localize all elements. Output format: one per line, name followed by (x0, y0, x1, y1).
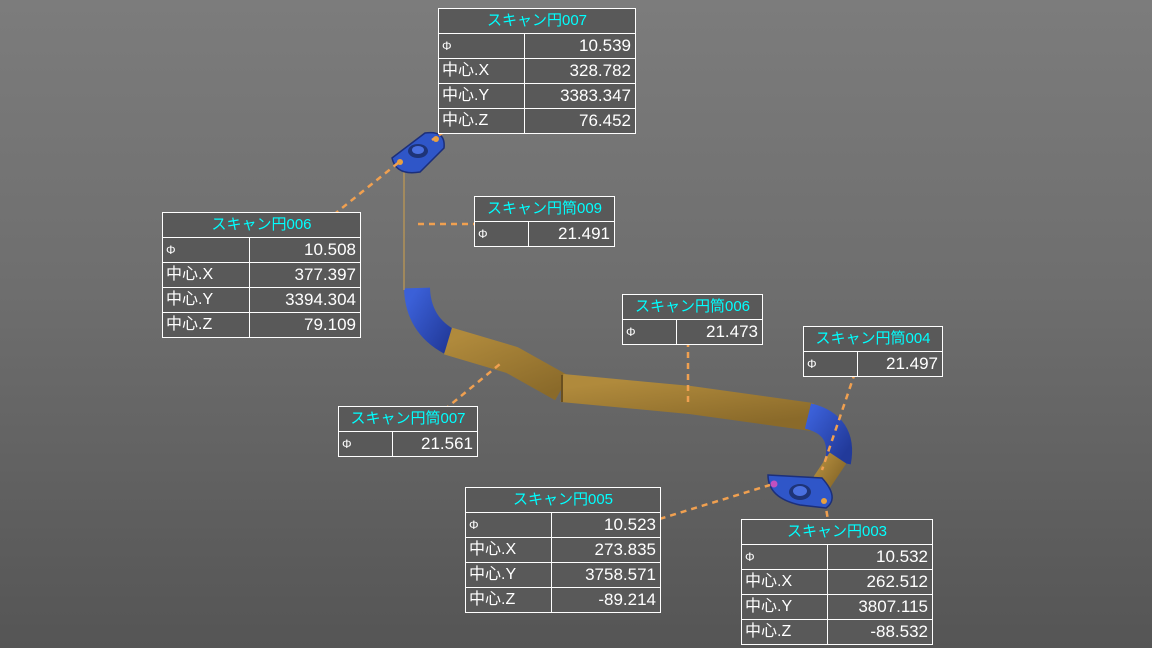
row-value: 3758.571 (585, 565, 656, 584)
table-row: Φ 21.473 (623, 320, 762, 344)
table-row: 中心.Z -88.532 (742, 620, 932, 644)
table-row: Φ 21.497 (804, 352, 942, 376)
table-title: スキャン円007 (439, 9, 635, 34)
diameter-icon: Φ (626, 325, 636, 339)
table-circle007[interactable]: スキャン円007 Φ 10.539 中心.X 328.782 中心.Y 3383… (438, 8, 636, 134)
pipe-segment-long[interactable] (560, 374, 814, 431)
diameter-icon: Φ (342, 437, 352, 451)
table-row: 中心.Z 76.452 (439, 109, 635, 133)
pipe-bend-upper[interactable] (404, 287, 457, 354)
row-label: 中心.Y (439, 84, 525, 108)
table-cylinder004[interactable]: スキャン円筒004 Φ 21.497 (803, 326, 943, 377)
table-row: 中心.Z -89.214 (466, 588, 660, 612)
row-label: 中心.X (163, 263, 250, 287)
diameter-value: 10.532 (876, 547, 928, 566)
row-value: -88.532 (870, 622, 928, 641)
table-row: 中心.Y 3383.347 (439, 84, 635, 109)
table-title: スキャン円005 (466, 488, 660, 513)
table-row: Φ 10.508 (163, 238, 360, 263)
row-value: 262.512 (866, 572, 928, 591)
diameter-icon: Φ (166, 243, 176, 257)
table-row: 中心.Y 3807.115 (742, 595, 932, 620)
table-title: スキャン円006 (163, 213, 360, 238)
diameter-icon: Φ (807, 357, 817, 371)
flange-lower[interactable] (767, 474, 833, 509)
diameter-icon: Φ (469, 518, 479, 532)
flange-upper[interactable] (391, 131, 445, 174)
row-value: 273.835 (594, 540, 656, 559)
table-row: 中心.X 377.397 (163, 263, 360, 288)
table-row: Φ 10.523 (466, 513, 660, 538)
row-value: -89.214 (598, 590, 656, 609)
table-cylinder006[interactable]: スキャン円筒006 Φ 21.473 (622, 294, 763, 345)
row-label: 中心.Y (466, 563, 552, 587)
table-circle005[interactable]: スキャン円005 Φ 10.523 中心.X 273.835 中心.Y 3758… (465, 487, 661, 613)
pipe-segment-diagonal[interactable] (444, 327, 569, 401)
table-circle006[interactable]: スキャン円006 Φ 10.508 中心.X 377.397 中心.Y 3394… (162, 212, 361, 338)
table-row: Φ 10.532 (742, 545, 932, 570)
table-title: スキャン円筒006 (623, 295, 762, 320)
diameter-value: 21.561 (421, 434, 473, 453)
row-label: 中心.Z (742, 620, 828, 644)
row-label: 中心.Y (163, 288, 250, 312)
table-title: スキャン円003 (742, 520, 932, 545)
table-title: スキャン円筒009 (475, 197, 614, 222)
row-label: 中心.Y (742, 595, 828, 619)
table-row: Φ 21.491 (475, 222, 614, 246)
table-row: 中心.Z 79.109 (163, 313, 360, 337)
row-value: 3807.115 (858, 597, 928, 616)
row-label: 中心.Z (163, 313, 250, 337)
table-row: 中心.Y 3758.571 (466, 563, 660, 588)
table-row: 中心.X 328.782 (439, 59, 635, 84)
table-row: Φ 10.539 (439, 34, 635, 59)
table-row: Φ 21.561 (339, 432, 477, 456)
diameter-value: 10.539 (579, 36, 631, 55)
diameter-value: 21.491 (558, 224, 610, 243)
table-row: 中心.X 262.512 (742, 570, 932, 595)
row-value: 76.452 (579, 111, 631, 130)
diameter-icon: Φ (442, 39, 452, 53)
row-label: 中心.X (439, 59, 525, 83)
row-label: 中心.X (466, 538, 552, 562)
diameter-value: 21.497 (886, 354, 938, 373)
table-row: 中心.X 273.835 (466, 538, 660, 563)
diameter-icon: Φ (745, 550, 755, 564)
row-value: 328.782 (569, 61, 631, 80)
table-row: 中心.Y 3394.304 (163, 288, 360, 313)
diameter-value: 10.508 (304, 240, 356, 259)
row-value: 377.397 (294, 265, 356, 284)
table-cylinder007[interactable]: スキャン円筒007 Φ 21.561 (338, 406, 478, 457)
table-title: スキャン円筒004 (804, 327, 942, 352)
table-title: スキャン円筒007 (339, 407, 477, 432)
row-label: 中心.X (742, 570, 828, 594)
pipe-bend-lower[interactable] (804, 403, 853, 465)
row-label: 中心.Z (466, 588, 552, 612)
row-value: 3383.347 (560, 86, 631, 105)
row-value: 3394.304 (285, 290, 356, 309)
table-cylinder009[interactable]: スキャン円筒009 Φ 21.491 (474, 196, 615, 247)
table-circle003[interactable]: スキャン円003 Φ 10.532 中心.X 262.512 中心.Y 3807… (741, 519, 933, 645)
diameter-icon: Φ (478, 227, 488, 241)
row-label: 中心.Z (439, 109, 525, 133)
diameter-value: 10.523 (604, 515, 656, 534)
row-value: 79.109 (304, 315, 356, 334)
diameter-value: 21.473 (706, 322, 758, 341)
